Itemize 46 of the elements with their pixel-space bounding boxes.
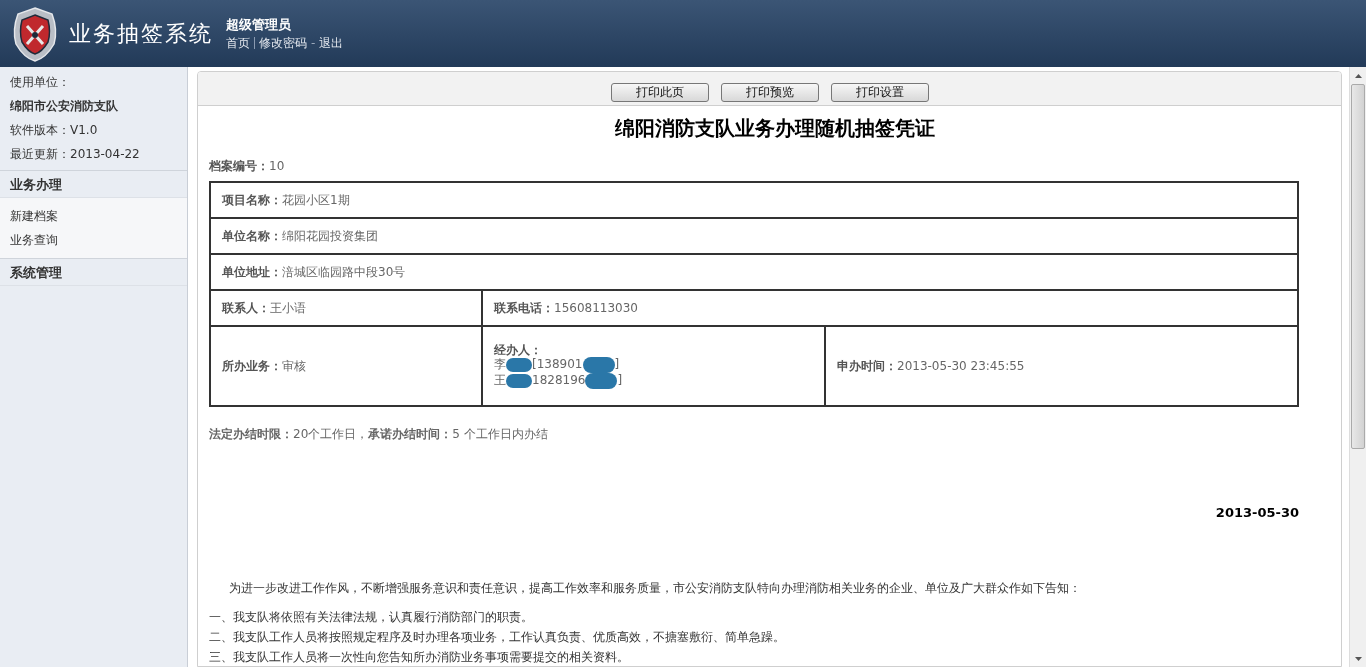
handler-label: 经办人：	[494, 343, 543, 357]
notice-item: 二、我支队工作人员将按照规定程序及时办理各项业务，工作认真负责、优质高效，不搪塞敷衍、简单急躁。	[209, 628, 786, 646]
field-text: 所办业务：审核	[222, 358, 306, 375]
sidebar-info: 使用单位：	[9, 74, 71, 91]
file-number: 档案编号：10	[209, 158, 286, 175]
sidebar-info: 最近更新：2013-04-22	[9, 146, 141, 163]
notice-item: 一、我支队将依照有关法律法规，认真履行消防部门的职责。	[209, 608, 534, 626]
header-link[interactable]: 首页	[226, 34, 250, 53]
separator-text: -	[311, 35, 316, 53]
scroll-down-icon[interactable]	[1354, 656, 1362, 661]
scroll-up-icon[interactable]	[1354, 73, 1362, 78]
redaction-mark	[506, 373, 532, 388]
sidebar-info: 绵阳市公安消防支队	[9, 98, 119, 115]
redaction-mark	[585, 372, 618, 389]
sidebar-section-header[interactable]: 系统管理	[0, 259, 187, 286]
user-role: 超级管理员	[226, 15, 292, 34]
notice-item: 三、我支队工作人员将一次性向您告知所办消防业务事项需要提交的相关资料。	[209, 648, 630, 666]
app-title: 业务抽签系统	[69, 20, 213, 48]
sidebar-link[interactable]: 新建档案	[0, 204, 187, 228]
handler-phone: 1828196	[532, 374, 586, 387]
handler-phone-end: ]	[614, 358, 620, 371]
document-title: 绵阳消防支队业务办理随机抽签凭证	[613, 115, 936, 142]
time-limit-text: 法定办结时限：20个工作日，承诺办结时间：5 个工作日内办结	[209, 426, 549, 443]
field-text: 项目名称：花园小区1期	[222, 192, 350, 209]
handler-phone-end: ]	[617, 374, 623, 387]
intro-paragraph: 为进一步改进工作作风，不断增强服务意识和责任意识，提高工作效率和服务质量，市公安消防支队特向办理消防相关业务的企业、单位及广大群众作如下告知：	[228, 579, 1082, 597]
sidebar-link[interactable]: 业务查询	[0, 228, 187, 252]
handler-name: 王	[494, 374, 506, 387]
header-link[interactable]: 退出	[319, 34, 344, 53]
field-text: 申办时间：2013-05-30 23:45:55	[837, 358, 1025, 375]
redaction-mark	[582, 356, 615, 373]
field-text: 单位名称：绵阳花园投资集团	[222, 228, 378, 245]
header-link[interactable]: 修改密码	[259, 34, 307, 53]
print-button[interactable]: 打印预览	[720, 83, 819, 102]
scrollbar-thumb[interactable]	[1351, 84, 1365, 449]
print-button[interactable]: 打印此页	[610, 83, 709, 102]
document-date: 2013-05-30	[1214, 504, 1299, 522]
field-text: 联系电话：15608113030	[494, 300, 638, 317]
sidebar-info: 软件版本：V1.0	[9, 122, 99, 139]
handler-name: 李	[494, 358, 506, 371]
print-button[interactable]: 打印设置	[830, 83, 929, 102]
scrollbar[interactable]	[1349, 67, 1366, 667]
handler-phone: [138901	[532, 358, 583, 371]
field-text: 联系人：王小语	[222, 300, 306, 317]
field-text: 单位地址：涪城区临园路中段30号	[222, 264, 406, 281]
redaction-mark	[506, 357, 532, 372]
